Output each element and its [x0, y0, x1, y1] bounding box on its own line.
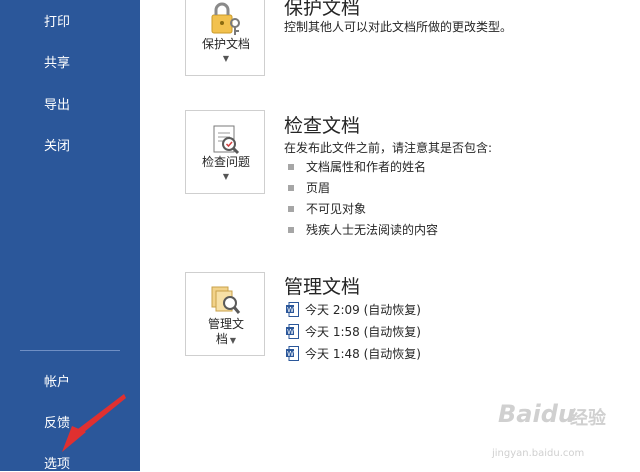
version-label: 今天 1:48 (自动恢复): [305, 347, 421, 361]
svg-text:W: W: [287, 306, 294, 314]
lock-icon: [211, 2, 240, 35]
sidebar-item-close[interactable]: 关闭: [44, 135, 70, 154]
word-doc-icon: W: [286, 302, 299, 317]
inspect-bullet-item: 文档属性和作者的姓名: [288, 158, 426, 175]
manage-document-label: 管理文: [207, 317, 244, 331]
inspect-bullet-item: 残疾人士无法阅读的内容: [288, 221, 438, 238]
inspect-icon: [213, 125, 240, 155]
inspect-bullet-text: 文档属性和作者的姓名: [306, 160, 427, 174]
manage-document-label-line2: 档 ▼: [215, 332, 237, 346]
manage-document-button[interactable]: 管理文 档 ▼: [185, 272, 265, 356]
inspect-bullet-item: 页眉: [288, 179, 330, 196]
chevron-down-icon: ▼: [229, 336, 237, 345]
protect-document-title: 保护文档: [284, 0, 361, 19]
sidebar-item-print[interactable]: 打印: [44, 11, 70, 30]
inspect-bullet-text: 页眉: [306, 181, 331, 195]
chevron-down-icon: ▼: [222, 172, 230, 181]
check-for-issues-label: 检查问题: [201, 155, 250, 169]
sidebar-item-share[interactable]: 共享: [44, 52, 70, 71]
inspect-bullet-item: 不可见对象: [288, 200, 366, 217]
bullet-icon: [288, 184, 294, 191]
inspect-bullet-text: 不可见对象: [306, 202, 367, 216]
watermark-logo-cn: 经验: [570, 408, 606, 429]
svg-text:W: W: [287, 328, 294, 336]
version-label: 今天 2:09 (自动恢复): [305, 303, 421, 317]
sidebar-item-options[interactable]: 选项: [44, 453, 70, 472]
chevron-down-icon: ▼: [222, 54, 230, 63]
protect-document-description: 控制其他人可以对此文档所做的更改类型。: [284, 20, 513, 34]
protect-document-button[interactable]: 保护文档 ▼: [185, 0, 265, 76]
version-item[interactable]: W 今天 2:09 (自动恢复): [286, 301, 421, 318]
baidu-watermark: Baidu 经验 jingyan.baidu.com: [478, 398, 634, 468]
version-item[interactable]: W 今天 1:48 (自动恢复): [286, 345, 421, 362]
version-label: 今天 1:58 (自动恢复): [305, 325, 421, 339]
word-doc-icon: W: [286, 324, 299, 339]
watermark-url: jingyan.baidu.com: [492, 448, 585, 459]
sidebar-item-account[interactable]: 帐户: [44, 371, 70, 390]
version-item[interactable]: W 今天 1:58 (自动恢复): [286, 323, 421, 340]
inspect-bullet-text: 残疾人士无法阅读的内容: [306, 223, 439, 237]
backstage-sidebar: 打印 共享 导出 关闭 帐户 反馈 选项: [0, 0, 140, 472]
watermark-logo: Baidu: [498, 400, 575, 428]
check-for-issues-button[interactable]: 检查问题 ▼: [185, 110, 265, 194]
sidebar-item-export[interactable]: 导出: [44, 94, 70, 113]
bullet-icon: [288, 226, 294, 233]
sidebar-divider: [20, 350, 120, 351]
manage-docs-icon: [211, 286, 241, 314]
manage-document-title: 管理文档: [284, 276, 361, 298]
word-doc-icon: W: [286, 346, 299, 361]
bullet-icon: [288, 163, 294, 170]
protect-document-label: 保护文档: [201, 37, 250, 51]
inspect-document-description: 在发布此文件之前，请注意其是否包含:: [284, 141, 493, 155]
sidebar-item-feedback[interactable]: 反馈: [44, 412, 70, 431]
bullet-icon: [288, 205, 294, 212]
svg-text:W: W: [287, 350, 294, 358]
inspect-document-title: 检查文档: [284, 115, 361, 137]
